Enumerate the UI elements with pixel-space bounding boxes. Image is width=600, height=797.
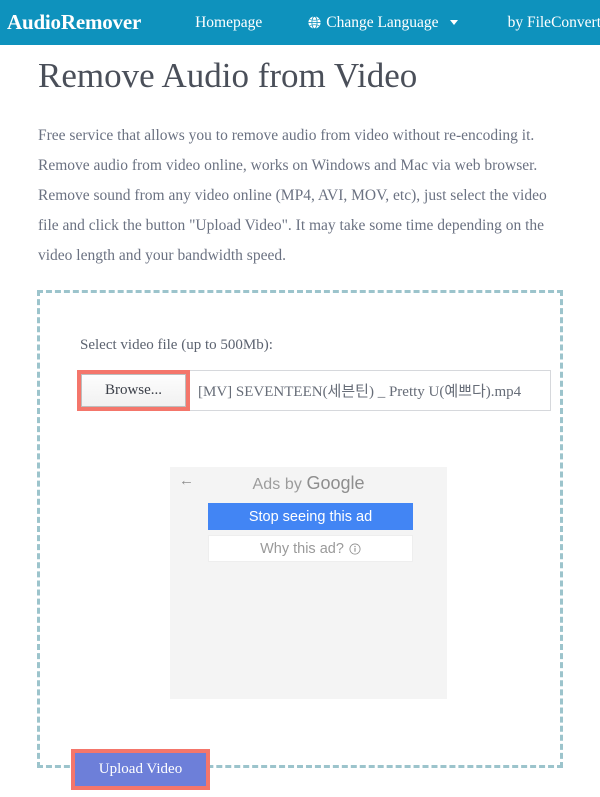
nav-link-by-fileconverto[interactable]: by FileConverto bbox=[498, 10, 600, 36]
selected-file-name[interactable]: [MV] SEVENTEEN(세븐틴) _ Pretty U(예쁘다).mp4 bbox=[188, 370, 551, 411]
select-file-label: Select video file (up to 500Mb): bbox=[80, 337, 273, 353]
nav-link-change-language[interactable]: Change Language bbox=[298, 10, 467, 36]
nav-link-homepage[interactable]: Homepage bbox=[185, 10, 272, 36]
top-navbar: AudioRemover Homepage Change Language by… bbox=[0, 0, 600, 45]
brand-logo[interactable]: AudioRemover bbox=[7, 10, 141, 35]
stop-seeing-this-ad-button[interactable]: Stop seeing this ad bbox=[208, 503, 413, 530]
navbar-links: Homepage Change Language by FileConverto bbox=[185, 10, 600, 36]
page-title: Remove Audio from Video bbox=[38, 56, 418, 95]
browse-button[interactable]: Browse... bbox=[81, 374, 186, 407]
ads-by-prefix: Ads by bbox=[252, 476, 307, 493]
ads-by-google-label: Ads by Google bbox=[170, 473, 447, 494]
why-this-ad-button[interactable]: Why this ad? bbox=[208, 535, 413, 562]
intro-paragraph: Free service that allows you to remove a… bbox=[38, 127, 547, 264]
google-wordmark: Google bbox=[306, 473, 365, 493]
globe-icon bbox=[308, 16, 321, 29]
chevron-down-icon bbox=[449, 20, 458, 25]
file-input-row: Browse... [MV] SEVENTEEN(세븐틴) _ Pretty U… bbox=[77, 370, 551, 411]
nav-link-change-language-label: Change Language bbox=[326, 13, 439, 31]
upload-button-highlight: Upload Video bbox=[71, 749, 210, 790]
google-ad-panel: ← Ads by Google Stop seeing this ad Why … bbox=[170, 467, 447, 699]
info-circle-icon bbox=[349, 542, 361, 555]
upload-dropzone[interactable]: Select video file (up to 500Mb): Browse.… bbox=[37, 290, 563, 790]
upload-video-button[interactable]: Upload Video bbox=[75, 753, 206, 786]
browse-button-highlight: Browse... bbox=[77, 370, 190, 411]
why-this-ad-label: Why this ad? bbox=[260, 540, 344, 557]
